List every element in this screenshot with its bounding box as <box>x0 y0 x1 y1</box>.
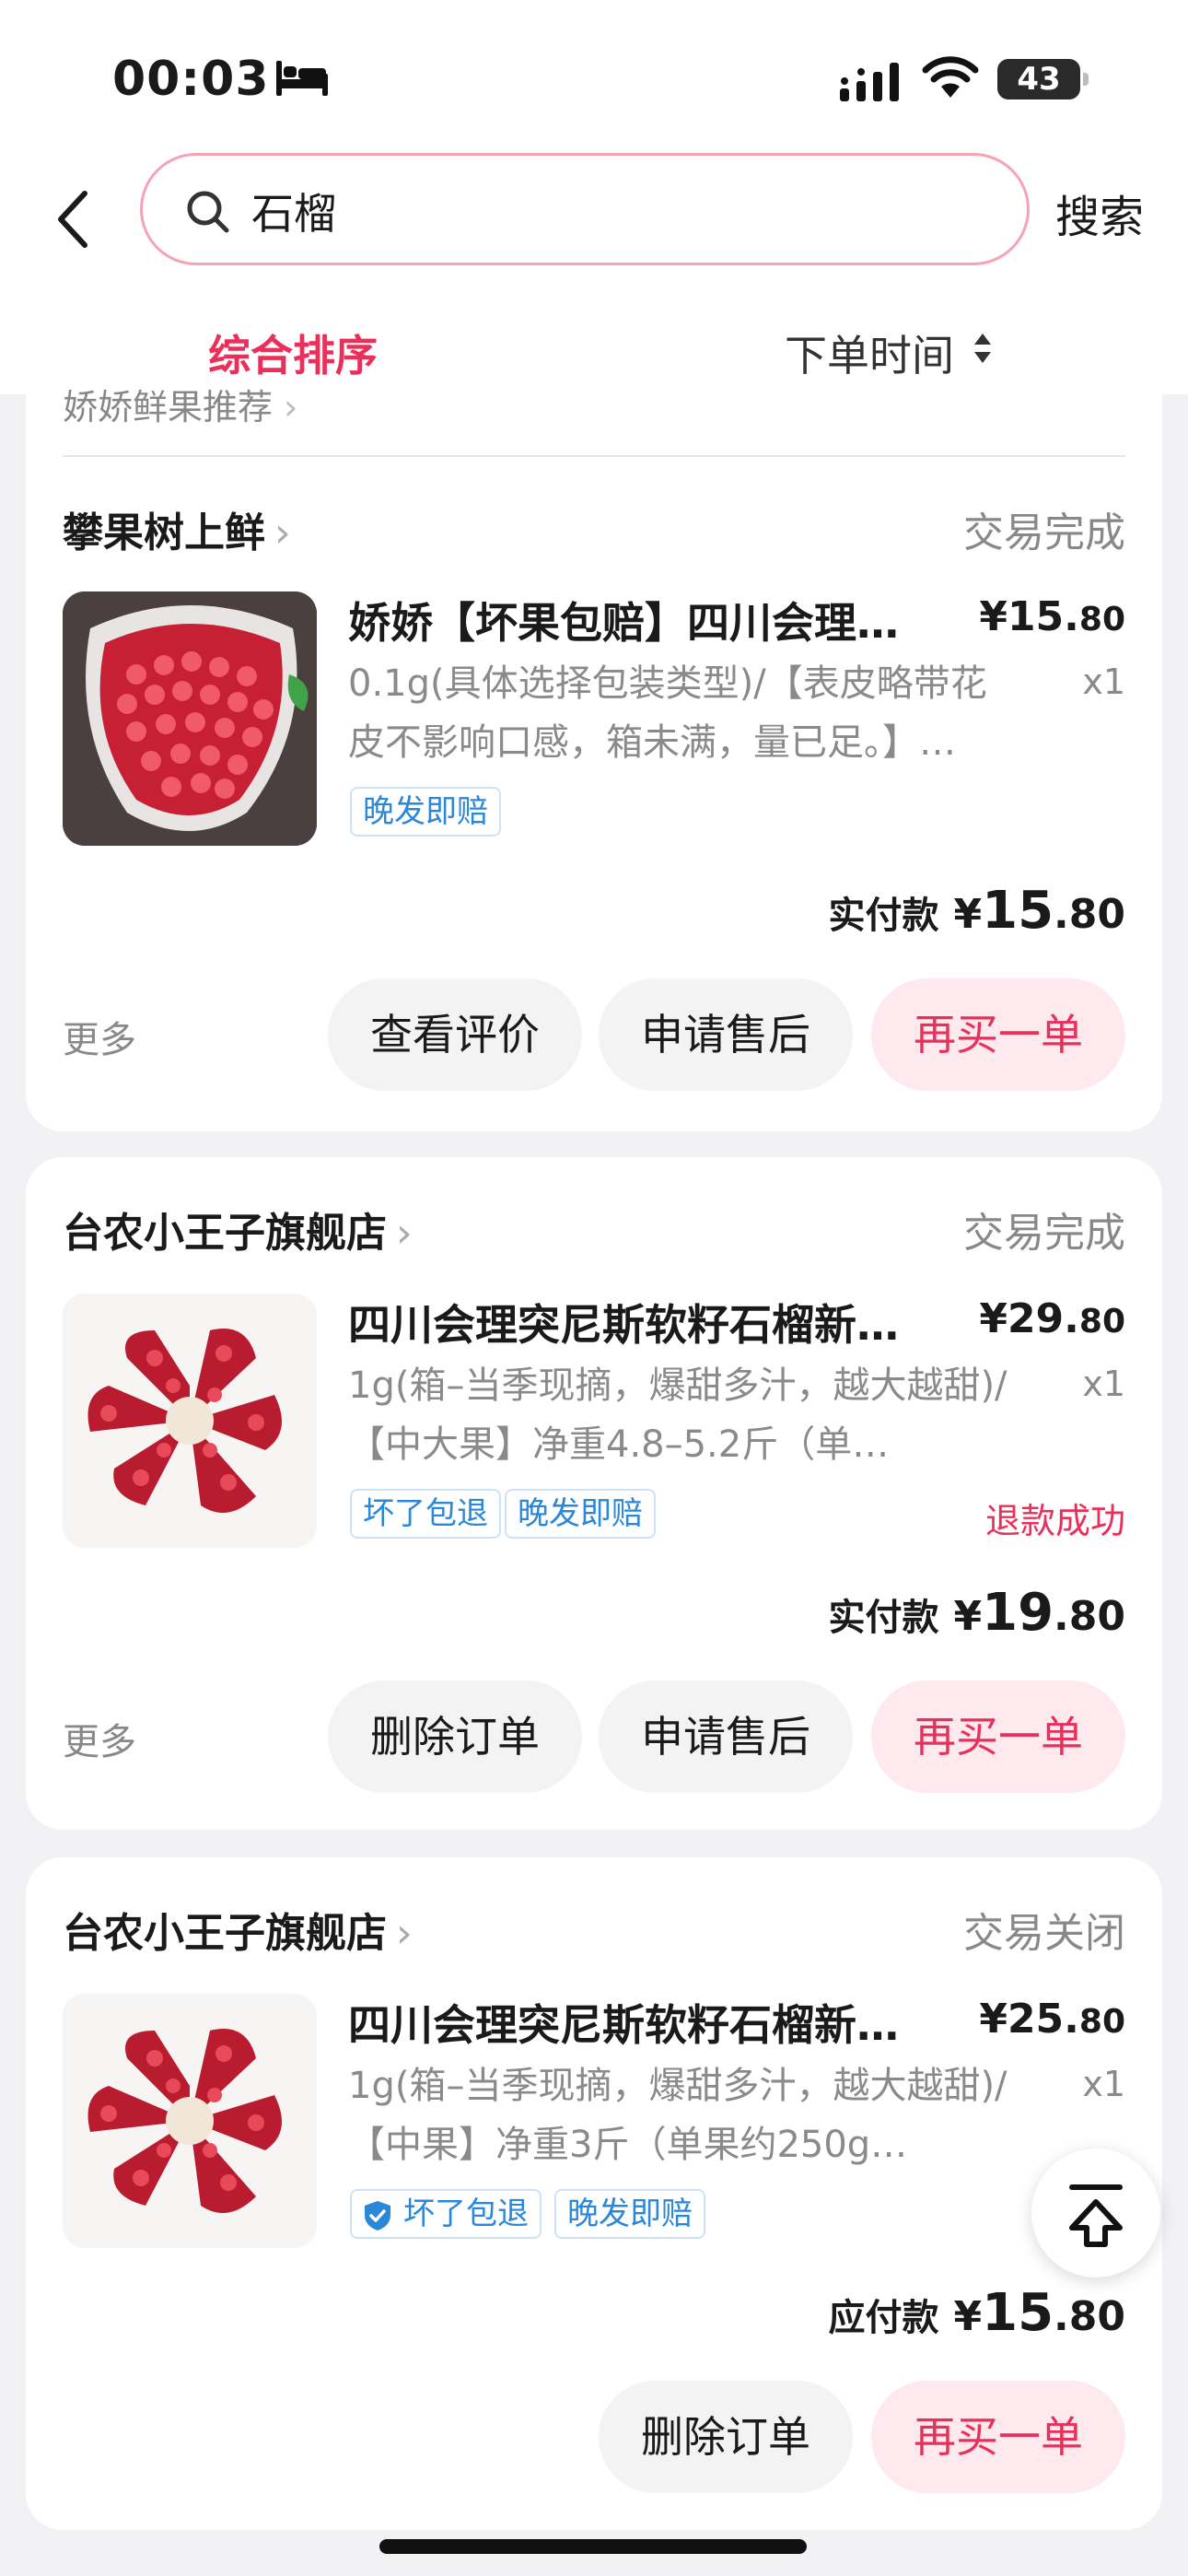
shop-name-link[interactable]: 台农小王子旗舰店 › <box>63 1200 413 1259</box>
paid-decimal: .80 <box>1054 2293 1125 2340</box>
buy-again-button[interactable]: 再买一单 <box>871 1680 1125 1793</box>
paid-integer: 15 <box>982 881 1054 941</box>
product-quantity: x1 <box>1082 662 1125 702</box>
home-indicator[interactable] <box>379 2539 807 2554</box>
price-integer: ¥15. <box>979 593 1079 640</box>
order-status: 交易关闭 <box>963 1910 1125 1957</box>
tag-late-delivery-compensation: 晚发即赔 <box>554 2189 705 2239</box>
shield-check-icon <box>365 2201 390 2231</box>
back-to-top-button[interactable] <box>1031 2149 1160 2277</box>
status-bar: 00:03 43 <box>0 0 1188 147</box>
sort-arrows-icon <box>974 334 991 363</box>
recommend-link[interactable]: 娇娇鲜果推荐 › <box>63 387 297 427</box>
refund-status: 退款成功 <box>984 1501 1125 1541</box>
search-box[interactable] <box>140 153 1030 265</box>
delete-order-button[interactable]: 删除订单 <box>599 2381 853 2493</box>
wifi-icon <box>922 56 979 98</box>
divider <box>63 455 1125 457</box>
paid-label: 实付款 <box>828 1597 939 1639</box>
sort-order-time-tab[interactable]: 下单时间 <box>785 322 954 383</box>
product-spec: 1g(箱–当季现摘，爆甜多汁，越大越甜)/【中大果】净重4.8–5.2斤（单… <box>348 1364 1007 1466</box>
product-image[interactable] <box>63 1994 317 2248</box>
tag-late-delivery-compensation: 晚发即赔 <box>505 1489 656 1539</box>
order-status: 交易完成 <box>963 509 1125 556</box>
status-time: 00:03 <box>112 52 270 107</box>
more-link[interactable]: 更多 <box>63 1010 136 1063</box>
delete-order-button[interactable]: 删除订单 <box>328 1680 582 1793</box>
payable-amount: 应付款 ¥15.80 <box>828 2283 1125 2343</box>
paid-decimal: .80 <box>1054 1593 1125 1640</box>
after-sales-button[interactable]: 申请售后 <box>599 1680 853 1793</box>
paid-amount: 实付款 ¥19.80 <box>828 1583 1125 1643</box>
back-to-top-icon <box>1069 2184 1123 2247</box>
sort-bar: 综合排序 下单时间 <box>0 286 1188 394</box>
chevron-right-icon: › <box>274 509 291 556</box>
paid-currency: ¥ <box>953 1593 983 1640</box>
product-price: ¥29.80 <box>979 1295 1125 1342</box>
order-card-2: 台农小王子旗舰店 › 交易完成 四川会理突尼斯软籽石榴新鲜水果 ¥29.80 1g… <box>26 1157 1162 1830</box>
product-title[interactable]: 四川会理突尼斯软籽石榴新鲜水果 <box>348 1292 938 1352</box>
shop-name: 台农小王子旗舰店 <box>63 1910 387 1957</box>
after-sales-button[interactable]: 申请售后 <box>599 978 853 1091</box>
tag-late-delivery-compensation: 晚发即赔 <box>350 787 501 837</box>
paid-integer: 15 <box>982 2283 1054 2343</box>
search-header: 搜索 <box>0 147 1188 286</box>
order-card-1: 娇娇鲜果推荐 › 攀果树上鲜› 交易完成 娇娇【坏果包赔】四川会理突尼斯软籽石榴… <box>26 387 1162 1131</box>
tag-broken-refund: 坏了包退 <box>350 2189 542 2239</box>
sleep-bed-icon <box>276 61 328 96</box>
order-status: 交易完成 <box>963 1210 1125 1257</box>
more-link[interactable]: 更多 <box>63 1712 136 1765</box>
paid-decimal: .80 <box>1054 891 1125 938</box>
price-integer: ¥25. <box>979 1996 1079 2043</box>
chevron-right-icon: › <box>396 1910 413 1957</box>
search-icon <box>187 191 229 233</box>
search-input[interactable] <box>251 176 988 246</box>
chevron-right-icon: › <box>396 1210 413 1257</box>
battery-icon: 43 <box>997 59 1089 100</box>
product-quantity: x1 <box>1082 1364 1125 1404</box>
paid-currency: ¥ <box>953 891 983 938</box>
paid-integer: 19 <box>982 1583 1054 1643</box>
shop-name: 攀果树上鲜 <box>63 509 265 556</box>
product-title[interactable]: 四川会理突尼斯软籽石榴新鲜水果 <box>348 1992 938 2053</box>
product-price: ¥25.80 <box>979 1996 1125 2043</box>
battery-level: 43 <box>1017 61 1061 98</box>
shop-name: 台农小王子旗舰店 <box>63 1210 387 1257</box>
shop-name-link[interactable]: 台农小王子旗舰店 › <box>63 1900 413 1959</box>
tag-broken-refund: 坏了包退 <box>350 1489 501 1539</box>
paid-label: 应付款 <box>828 2297 939 2339</box>
price-decimal: 80 <box>1078 601 1125 638</box>
view-review-button[interactable]: 查看评价 <box>328 978 582 1091</box>
product-image[interactable] <box>63 591 317 846</box>
shop-name-link[interactable]: 攀果树上鲜 › <box>63 499 291 558</box>
paid-label: 实付款 <box>828 895 939 937</box>
product-spec: 1g(箱–当季现摘，爆甜多汁，越大越甜)/【中果】净重3斤（单果约250g… <box>348 2065 1007 2166</box>
paid-currency: ¥ <box>953 2293 983 2340</box>
product-spec: 0.1g(具体选择包装类型)/【表皮略带花皮不影响口感，箱未满，量已足。】… <box>348 662 987 764</box>
price-decimal: 80 <box>1078 2003 1125 2041</box>
product-quantity: x1 <box>1082 2064 1125 2104</box>
order-card-3: 台农小王子旗舰店 › 交易关闭 四川会理突尼斯软籽石榴新鲜水果 ¥25.80 1g… <box>26 1857 1162 2530</box>
paid-amount: 实付款 ¥15.80 <box>828 881 1125 941</box>
product-image[interactable] <box>63 1294 317 1548</box>
tag-text: 坏了包退 <box>403 2195 529 2232</box>
product-title[interactable]: 娇娇【坏果包赔】四川会理突尼斯软籽石榴 <box>348 590 938 650</box>
search-button[interactable]: 搜索 <box>1055 181 1144 245</box>
signal-icon <box>840 63 899 101</box>
product-price: ¥15.80 <box>979 593 1125 640</box>
recommend-text: 娇娇鲜果推荐 <box>63 387 274 427</box>
sort-comprehensive-tab[interactable]: 综合排序 <box>208 322 378 383</box>
price-decimal: 80 <box>1078 1303 1125 1341</box>
buy-again-button[interactable]: 再买一单 <box>871 2381 1125 2493</box>
buy-again-button[interactable]: 再买一单 <box>871 978 1125 1091</box>
price-integer: ¥29. <box>979 1295 1079 1342</box>
back-icon[interactable] <box>46 182 101 256</box>
